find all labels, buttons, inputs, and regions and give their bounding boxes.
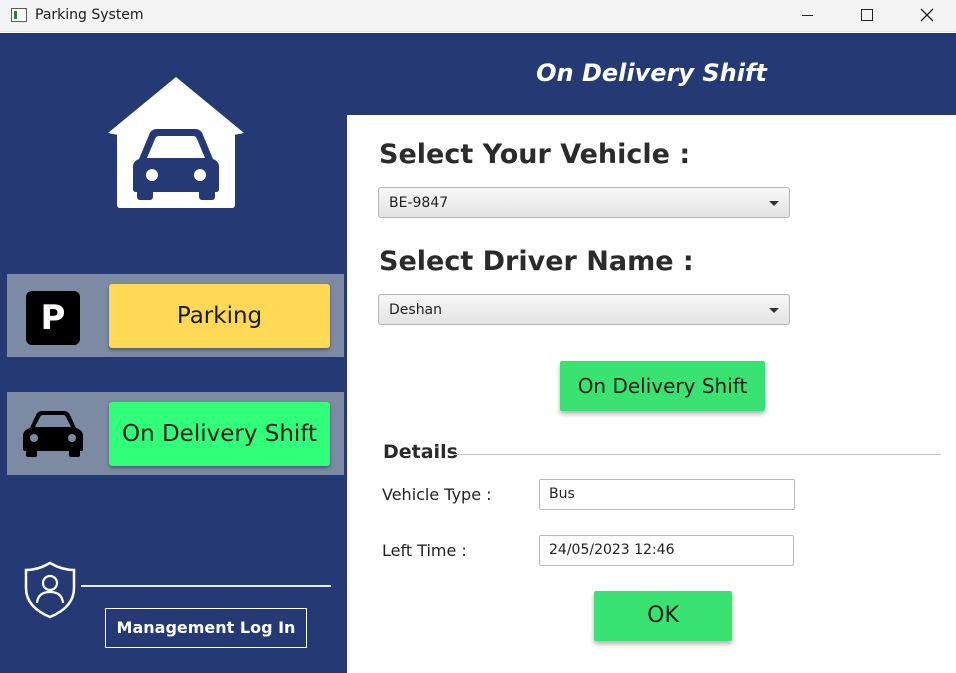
app-icon (11, 8, 27, 22)
title-bar: Parking System (0, 0, 956, 32)
on-delivery-shift-nav-button[interactable]: On Delivery Shift (109, 402, 330, 466)
close-icon[interactable] (903, 0, 949, 32)
driver-select-value: Deshan (389, 302, 443, 318)
shield-user-icon (24, 561, 76, 619)
driver-select[interactable]: Deshan (378, 294, 790, 325)
nav-delivery-item: On Delivery Shift (7, 392, 344, 475)
nav-parking-item: P Parking (7, 274, 344, 357)
ok-button[interactable]: OK (594, 591, 732, 641)
vehicle-type-label: Vehicle Type : (382, 485, 492, 504)
main-panel: Select Your Vehicle : BE-9847 Select Dri… (347, 115, 956, 673)
details-title: Details (383, 441, 458, 463)
left-time-field[interactable]: 24/05/2023 12:46 (539, 535, 794, 566)
select-vehicle-label: Select Your Vehicle : (379, 139, 691, 170)
window-title: Parking System (35, 7, 144, 23)
sidebar: P Parking On Delivery Shift Management L… (0, 33, 347, 673)
chevron-down-icon (769, 308, 779, 313)
parking-icon: P (26, 291, 80, 345)
vehicle-type-field[interactable]: Bus (539, 479, 795, 510)
page-title: On Delivery Shift (536, 59, 767, 87)
car-icon (23, 411, 83, 457)
vehicle-select-value: BE-9847 (389, 195, 449, 211)
maximize-icon[interactable] (843, 0, 889, 32)
management-login-button[interactable]: Management Log In (105, 608, 307, 648)
vehicle-select[interactable]: BE-9847 (378, 187, 790, 218)
left-time-label: Left Time : (382, 541, 467, 560)
header: On Delivery Shift (347, 33, 956, 115)
select-driver-label: Select Driver Name : (379, 246, 694, 277)
parking-button[interactable]: Parking (109, 284, 330, 348)
garage-car-icon (108, 77, 244, 208)
details-divider (453, 454, 941, 455)
minimize-icon[interactable] (785, 0, 831, 32)
chevron-down-icon (769, 201, 779, 206)
on-delivery-shift-button[interactable]: On Delivery Shift (560, 361, 765, 411)
sidebar-divider (81, 585, 331, 587)
